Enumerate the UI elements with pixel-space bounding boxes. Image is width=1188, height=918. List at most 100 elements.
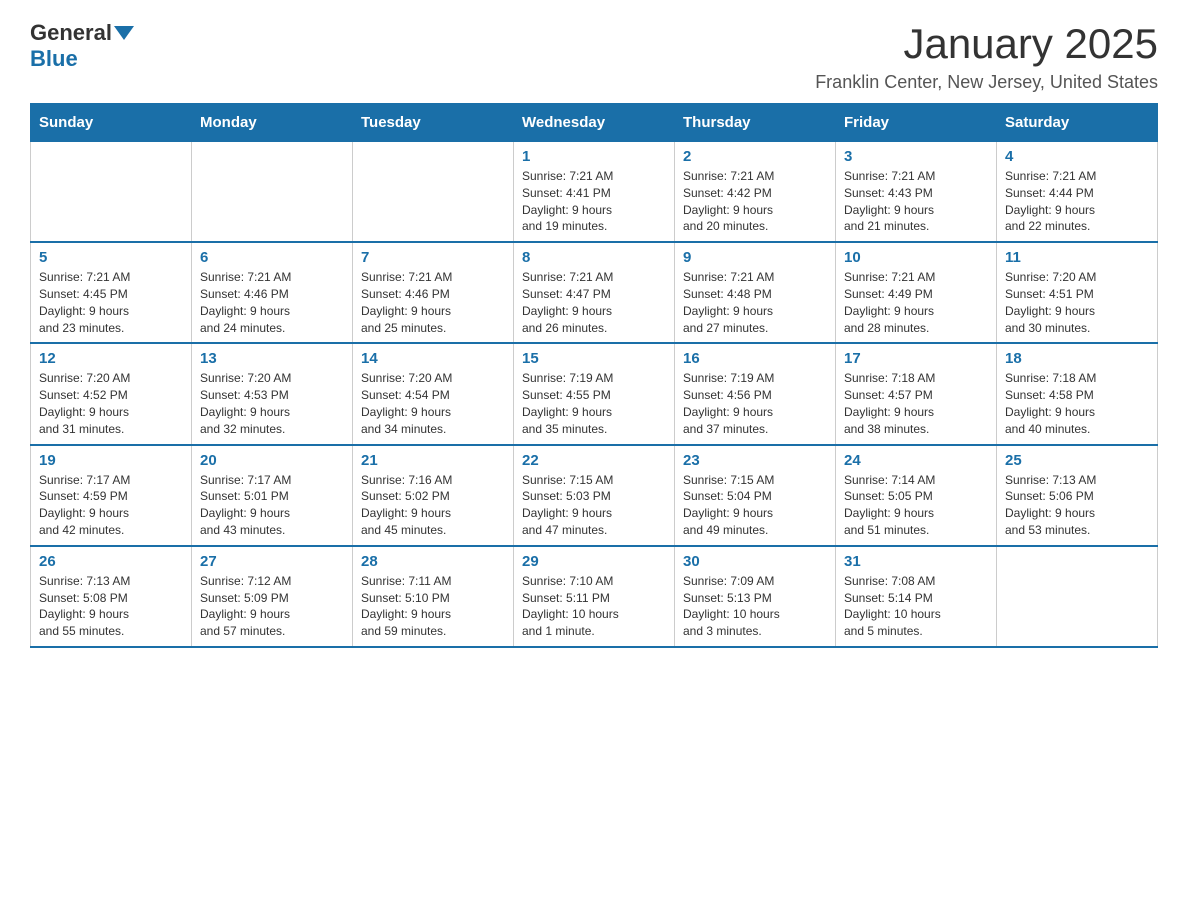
logo-general: General: [30, 20, 134, 46]
day-cell: 24 Sunrise: 7:14 AM Sunset: 5:05 PM Dayli…: [836, 445, 997, 546]
day-info: Sunrise: 7:17 AM Sunset: 4:59 PM Dayligh…: [39, 472, 183, 539]
header-row: SundayMondayTuesdayWednesdayThursdayFrid…: [31, 104, 1158, 142]
day-info: Sunrise: 7:20 AM Sunset: 4:54 PM Dayligh…: [361, 370, 505, 437]
day-cell: 2 Sunrise: 7:21 AM Sunset: 4:42 PM Daylig…: [675, 142, 836, 243]
day-number: 10: [844, 249, 988, 266]
logo-general-text: General: [30, 20, 112, 46]
day-cell: 10 Sunrise: 7:21 AM Sunset: 4:49 PM Dayli…: [836, 242, 997, 343]
day-info: Sunrise: 7:14 AM Sunset: 5:05 PM Dayligh…: [844, 472, 988, 539]
day-cell: 6 Sunrise: 7:21 AM Sunset: 4:46 PM Daylig…: [192, 242, 353, 343]
day-number: 21: [361, 452, 505, 469]
day-info: Sunrise: 7:09 AM Sunset: 5:13 PM Dayligh…: [683, 573, 827, 640]
day-cell: 20 Sunrise: 7:17 AM Sunset: 5:01 PM Dayli…: [192, 445, 353, 546]
location-title: Franklin Center, New Jersey, United Stat…: [815, 72, 1158, 93]
day-cell: 25Sunrise: 7:13 AM Sunset: 5:06 PM Dayli…: [997, 445, 1158, 546]
day-number: 1: [522, 148, 666, 165]
day-info: Sunrise: 7:20 AM Sunset: 4:51 PM Dayligh…: [1005, 269, 1149, 336]
day-cell: 12 Sunrise: 7:20 AM Sunset: 4:52 PM Dayli…: [31, 343, 192, 444]
day-number: 13: [200, 350, 344, 367]
day-info: Sunrise: 7:20 AM Sunset: 4:53 PM Dayligh…: [200, 370, 344, 437]
title-block: January 2025 Franklin Center, New Jersey…: [815, 20, 1158, 93]
day-info: Sunrise: 7:15 AM Sunset: 5:03 PM Dayligh…: [522, 472, 666, 539]
day-number: 2: [683, 148, 827, 165]
header-cell-wednesday: Wednesday: [514, 104, 675, 142]
calendar-header: SundayMondayTuesdayWednesdayThursdayFrid…: [31, 104, 1158, 142]
day-cell: 27 Sunrise: 7:12 AM Sunset: 5:09 PM Dayli…: [192, 546, 353, 647]
day-cell: 21 Sunrise: 7:16 AM Sunset: 5:02 PM Dayli…: [353, 445, 514, 546]
day-cell: 28Sunrise: 7:11 AM Sunset: 5:10 PM Dayli…: [353, 546, 514, 647]
day-cell: 30 Sunrise: 7:09 AM Sunset: 5:13 PM Dayli…: [675, 546, 836, 647]
day-info: Sunrise: 7:20 AM Sunset: 4:52 PM Dayligh…: [39, 370, 183, 437]
day-number: 9: [683, 249, 827, 266]
day-number: 26: [39, 553, 183, 570]
page-header: General Blue January 2025 Franklin Cente…: [30, 20, 1158, 93]
day-info: Sunrise: 7:08 AM Sunset: 5:14 PM Dayligh…: [844, 573, 988, 640]
month-title: January 2025: [815, 20, 1158, 68]
day-number: 28: [361, 553, 505, 570]
day-cell: 26 Sunrise: 7:13 AM Sunset: 5:08 PM Dayli…: [31, 546, 192, 647]
day-number: 27: [200, 553, 344, 570]
day-number: 29: [522, 553, 666, 570]
week-row-5: 26 Sunrise: 7:13 AM Sunset: 5:08 PM Dayli…: [31, 546, 1158, 647]
header-cell-thursday: Thursday: [675, 104, 836, 142]
day-cell: 16 Sunrise: 7:19 AM Sunset: 4:56 PM Dayli…: [675, 343, 836, 444]
day-cell: 7Sunrise: 7:21 AM Sunset: 4:46 PM Daylig…: [353, 242, 514, 343]
week-row-2: 5Sunrise: 7:21 AM Sunset: 4:45 PM Daylig…: [31, 242, 1158, 343]
day-number: 23: [683, 452, 827, 469]
day-cell: [192, 142, 353, 243]
day-number: 14: [361, 350, 505, 367]
day-cell: 13 Sunrise: 7:20 AM Sunset: 4:53 PM Dayli…: [192, 343, 353, 444]
day-number: 11: [1005, 249, 1149, 266]
day-number: 19: [39, 452, 183, 469]
header-cell-friday: Friday: [836, 104, 997, 142]
day-cell: 19 Sunrise: 7:17 AM Sunset: 4:59 PM Dayli…: [31, 445, 192, 546]
header-cell-tuesday: Tuesday: [353, 104, 514, 142]
day-info: Sunrise: 7:21 AM Sunset: 4:41 PM Dayligh…: [522, 168, 666, 235]
week-row-1: 1 Sunrise: 7:21 AM Sunset: 4:41 PM Daylig…: [31, 142, 1158, 243]
header-cell-monday: Monday: [192, 104, 353, 142]
day-cell: 17 Sunrise: 7:18 AM Sunset: 4:57 PM Dayli…: [836, 343, 997, 444]
day-info: Sunrise: 7:21 AM Sunset: 4:46 PM Dayligh…: [361, 269, 505, 336]
day-info: Sunrise: 7:21 AM Sunset: 4:46 PM Dayligh…: [200, 269, 344, 336]
day-cell: 14 Sunrise: 7:20 AM Sunset: 4:54 PM Dayli…: [353, 343, 514, 444]
day-cell: 5Sunrise: 7:21 AM Sunset: 4:45 PM Daylig…: [31, 242, 192, 343]
day-cell: 8Sunrise: 7:21 AM Sunset: 4:47 PM Daylig…: [514, 242, 675, 343]
logo-triangle-icon: [114, 26, 134, 40]
calendar: SundayMondayTuesdayWednesdayThursdayFrid…: [30, 103, 1158, 648]
day-number: 22: [522, 452, 666, 469]
day-cell: 4 Sunrise: 7:21 AM Sunset: 4:44 PM Daylig…: [997, 142, 1158, 243]
day-info: Sunrise: 7:12 AM Sunset: 5:09 PM Dayligh…: [200, 573, 344, 640]
day-number: 15: [522, 350, 666, 367]
day-number: 5: [39, 249, 183, 266]
day-number: 17: [844, 350, 988, 367]
day-cell: 31Sunrise: 7:08 AM Sunset: 5:14 PM Dayli…: [836, 546, 997, 647]
header-cell-sunday: Sunday: [31, 104, 192, 142]
day-info: Sunrise: 7:18 AM Sunset: 4:58 PM Dayligh…: [1005, 370, 1149, 437]
day-cell: 9 Sunrise: 7:21 AM Sunset: 4:48 PM Daylig…: [675, 242, 836, 343]
day-number: 8: [522, 249, 666, 266]
day-info: Sunrise: 7:21 AM Sunset: 4:44 PM Dayligh…: [1005, 168, 1149, 235]
day-cell: 23Sunrise: 7:15 AM Sunset: 5:04 PM Dayli…: [675, 445, 836, 546]
day-info: Sunrise: 7:13 AM Sunset: 5:08 PM Dayligh…: [39, 573, 183, 640]
day-info: Sunrise: 7:19 AM Sunset: 4:55 PM Dayligh…: [522, 370, 666, 437]
day-info: Sunrise: 7:21 AM Sunset: 4:42 PM Dayligh…: [683, 168, 827, 235]
day-number: 6: [200, 249, 344, 266]
day-cell: 11 Sunrise: 7:20 AM Sunset: 4:51 PM Dayli…: [997, 242, 1158, 343]
day-info: Sunrise: 7:18 AM Sunset: 4:57 PM Dayligh…: [844, 370, 988, 437]
day-cell: 3Sunrise: 7:21 AM Sunset: 4:43 PM Daylig…: [836, 142, 997, 243]
day-info: Sunrise: 7:19 AM Sunset: 4:56 PM Dayligh…: [683, 370, 827, 437]
day-number: 20: [200, 452, 344, 469]
day-info: Sunrise: 7:21 AM Sunset: 4:49 PM Dayligh…: [844, 269, 988, 336]
day-number: 12: [39, 350, 183, 367]
day-number: 3: [844, 148, 988, 165]
day-info: Sunrise: 7:17 AM Sunset: 5:01 PM Dayligh…: [200, 472, 344, 539]
day-cell: 22 Sunrise: 7:15 AM Sunset: 5:03 PM Dayli…: [514, 445, 675, 546]
day-cell: [997, 546, 1158, 647]
day-number: 30: [683, 553, 827, 570]
day-info: Sunrise: 7:21 AM Sunset: 4:48 PM Dayligh…: [683, 269, 827, 336]
day-number: 16: [683, 350, 827, 367]
day-number: 4: [1005, 148, 1149, 165]
day-number: 18: [1005, 350, 1149, 367]
day-info: Sunrise: 7:16 AM Sunset: 5:02 PM Dayligh…: [361, 472, 505, 539]
day-number: 24: [844, 452, 988, 469]
